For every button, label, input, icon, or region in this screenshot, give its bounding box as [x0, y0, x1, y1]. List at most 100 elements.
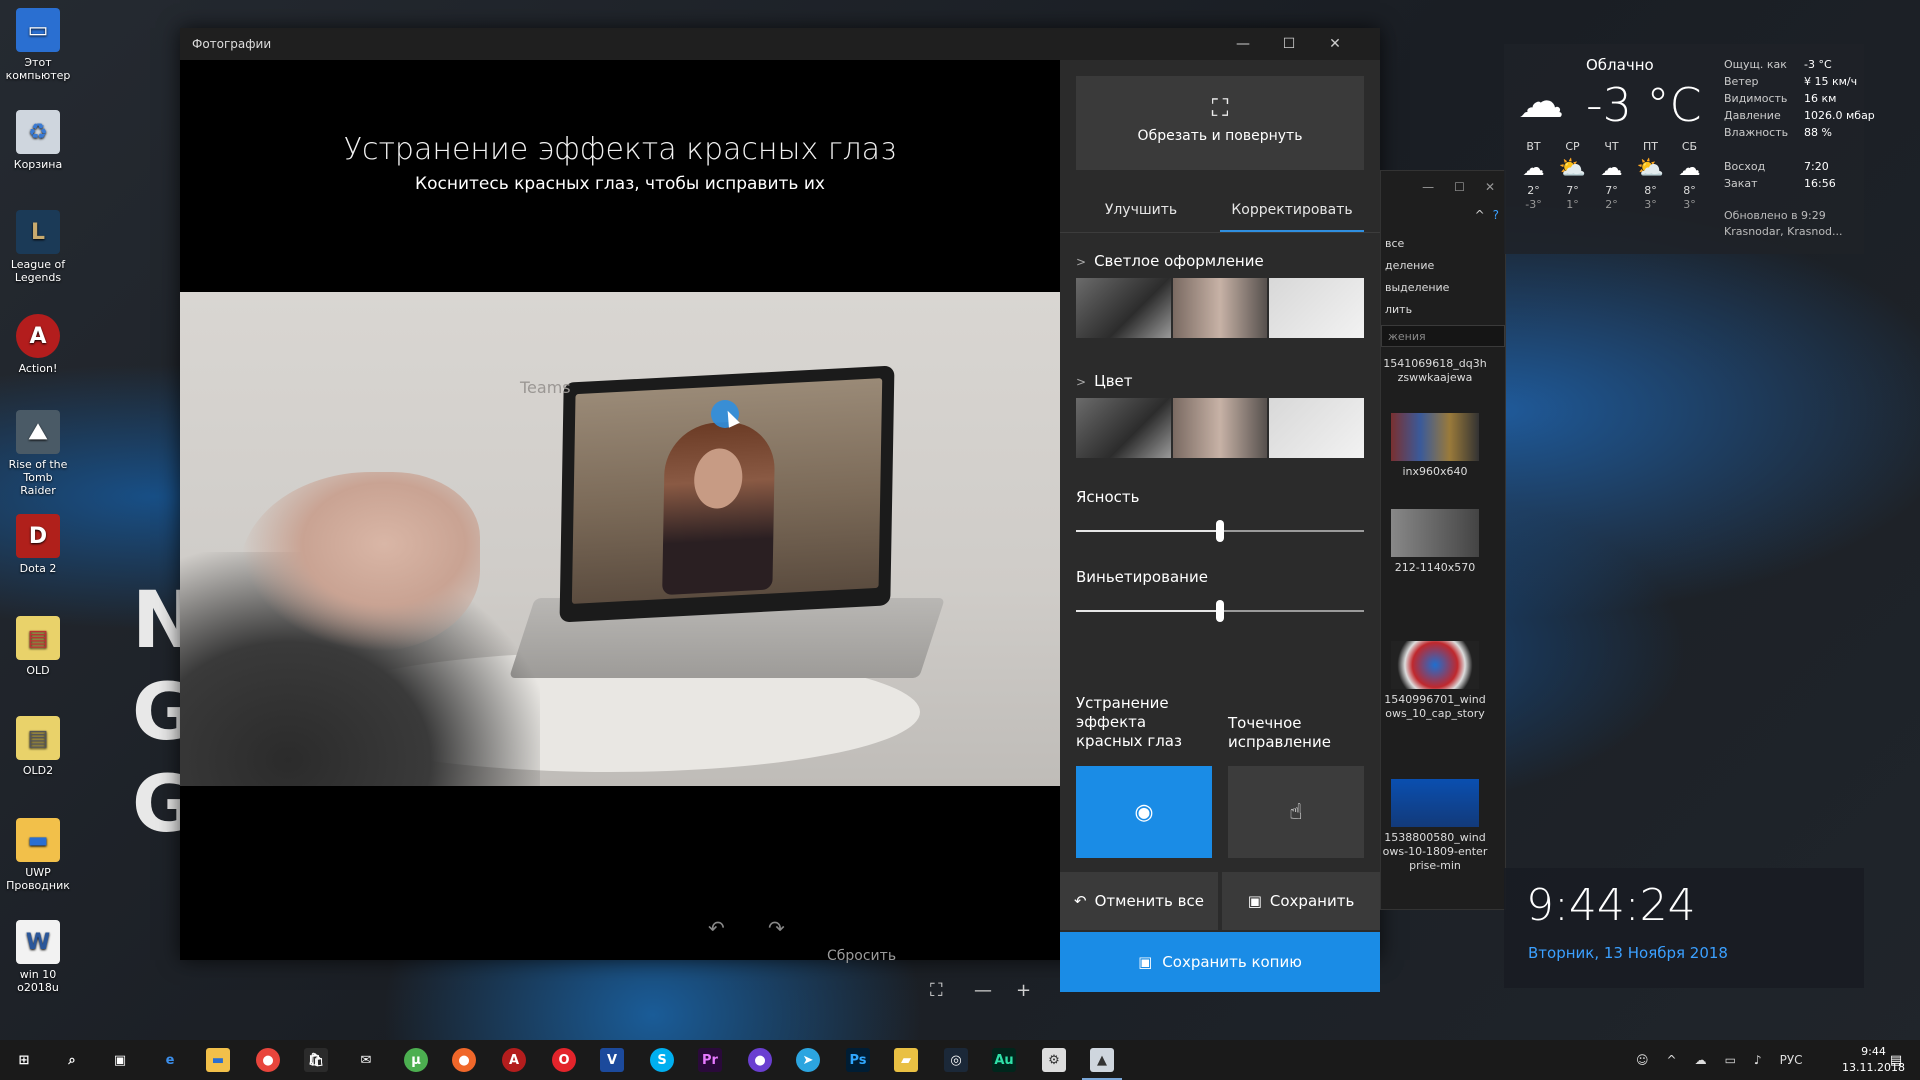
spot-fix-tool-button[interactable]: ☝ — [1228, 766, 1364, 858]
explorer-window: — ☐ ✕ ^ ? все деление выделение лить жен… — [1380, 170, 1506, 910]
edge-button[interactable]: e — [158, 1048, 182, 1072]
minimize-button[interactable]: — — [1220, 28, 1266, 60]
tool-headline: Устранение эффекта красных глаз — [343, 132, 897, 167]
action-button[interactable]: A — [502, 1048, 526, 1072]
fit-screen-button[interactable]: ⛶ — [930, 980, 943, 1001]
zoom-in-button[interactable]: + — [1016, 980, 1031, 1001]
undo-button[interactable]: ↶ — [708, 916, 725, 940]
computer-icon: ▭ — [16, 8, 60, 52]
clarity-slider[interactable] — [1076, 520, 1364, 542]
partly-cloudy-icon: ⛅ — [1636, 156, 1665, 181]
close-icon[interactable]: ✕ — [1485, 180, 1495, 194]
tab-adjust[interactable]: Корректировать — [1220, 190, 1364, 232]
photos-app-button[interactable]: ▲ — [1082, 1048, 1122, 1080]
explorer-menu-item[interactable]: выделение — [1385, 281, 1449, 294]
premiere-button[interactable]: Pr — [698, 1048, 722, 1072]
photo-canvas[interactable]: Teams — [180, 292, 1060, 786]
chevron-right-icon: > — [1076, 255, 1087, 269]
zoom-out-button[interactable]: — — [974, 980, 992, 1001]
help-icon[interactable]: ? — [1493, 208, 1499, 222]
explorer-file[interactable]: 212-1140x570 — [1381, 509, 1489, 575]
audition-button[interactable]: Au — [992, 1048, 1016, 1072]
onedrive-icon[interactable]: ☁ — [1695, 1053, 1707, 1067]
steam-icon: ◎ — [950, 1052, 962, 1068]
action-center-button[interactable]: ▤ — [1884, 1048, 1908, 1072]
skype-button[interactable]: S — [650, 1048, 674, 1072]
tab-enhance[interactable]: Улучшить — [1076, 190, 1206, 232]
maps-button[interactable]: ● — [748, 1048, 772, 1072]
game-button[interactable]: ▰ — [894, 1048, 918, 1072]
task-view-button[interactable]: ▣ — [108, 1048, 132, 1072]
vignette-slider-thumb[interactable] — [1216, 600, 1224, 622]
chevron-up-icon[interactable]: ^ — [1667, 1053, 1677, 1067]
start-button[interactable]: ⊞ — [12, 1048, 36, 1072]
desktop-icon-action[interactable]: A Action! — [4, 314, 72, 375]
people-icon[interactable]: ☺ — [1636, 1053, 1649, 1067]
store-icon: 🛍 — [307, 1052, 325, 1068]
explorer-file[interactable]: 1538800580_windows-10-1809-enterprise-mi… — [1381, 779, 1489, 873]
light-slider-strip[interactable] — [1076, 278, 1365, 338]
vignette-slider[interactable] — [1076, 600, 1364, 622]
minimize-icon[interactable]: — — [1422, 180, 1434, 194]
spot-fix-label: Точечное исправление — [1228, 714, 1331, 751]
desktop-icon-league[interactable]: L League of Legends — [4, 210, 72, 284]
search-button[interactable]: ⌕ — [60, 1048, 84, 1072]
forecast-day: ПТ ⛅ 8° 3° — [1631, 140, 1670, 212]
redo-button[interactable]: ↷ — [768, 916, 785, 940]
vivaldi-button[interactable]: V — [600, 1048, 624, 1072]
language-indicator[interactable]: РУС — [1780, 1053, 1803, 1067]
store-button[interactable]: 🛍 — [304, 1048, 328, 1072]
file-thumbnail — [1391, 509, 1479, 557]
close-button[interactable]: ✕ — [1312, 28, 1358, 60]
vignette-label: Виньетирование — [1076, 568, 1208, 586]
save-button[interactable]: ▣ Сохранить — [1222, 872, 1380, 930]
weather-widget[interactable]: ☁ Облачно -3 °C Ощущ. как -3 °C Ветер ¥ 15… — [1504, 44, 1875, 254]
utorrent-button[interactable]: µ — [404, 1048, 428, 1072]
explorer-search-input[interactable]: жения — [1381, 325, 1505, 347]
minus-icon: — — [974, 980, 992, 1001]
opera-button[interactable]: O — [552, 1048, 576, 1072]
mail-button[interactable]: ✉ — [354, 1048, 378, 1072]
image-stage: Устранение эффекта красных глаз Коснитес… — [180, 60, 1060, 1001]
desktop-icon-old[interactable]: ▤ OLD — [4, 616, 72, 677]
chrome-button[interactable]: ● — [256, 1048, 280, 1072]
desktop-icon-old2[interactable]: ▤ OLD2 — [4, 716, 72, 777]
maximize-icon[interactable]: ☐ — [1454, 180, 1465, 194]
volume-icon[interactable]: ♪ — [1754, 1053, 1762, 1067]
explorer-menu-item[interactable]: деление — [1385, 259, 1434, 272]
desktop-icon-dota[interactable]: D Dota 2 — [4, 514, 72, 575]
maximize-button[interactable]: ☐ — [1266, 28, 1312, 60]
explorer-file[interactable]: 1541069618_dq3hzswwkaajewa — [1381, 357, 1489, 385]
file-explorer-button[interactable]: ▬ — [206, 1048, 230, 1072]
desktop-icon-this-pc[interactable]: ▭ Этот компьютер — [4, 8, 72, 82]
network-icon[interactable]: ▭ — [1725, 1053, 1736, 1067]
red-eye-tool-button[interactable]: ◉ — [1076, 766, 1212, 858]
explorer-file[interactable]: 1540996701_windows_10_cap_story — [1381, 641, 1489, 721]
desktop-icon-uwp-explorer[interactable]: ▬ UWP Проводник — [4, 818, 72, 892]
clock-widget[interactable]: 9:44:24 Вторник, 13 Ноября 2018 — [1504, 868, 1864, 988]
desktop-icon-tomb-raider[interactable]: ⛰ Rise of the Tomb Raider — [4, 410, 72, 497]
save-icon: ▣ — [1247, 892, 1262, 910]
explorer-menu-item[interactable]: все — [1385, 237, 1404, 250]
color-slider-strip[interactable] — [1076, 398, 1365, 458]
title-bar[interactable]: Фотографии — ☐ ✕ — [180, 28, 1380, 60]
save-copy-button[interactable]: ▣ Сохранить копию — [1060, 932, 1380, 992]
reset-button[interactable]: Сбросить — [827, 948, 896, 964]
control-panel-button[interactable]: ⚙ — [1042, 1048, 1066, 1072]
origin-button[interactable]: ● — [452, 1048, 476, 1072]
clarity-slider-thumb[interactable] — [1216, 520, 1224, 542]
undo-all-button[interactable]: ↶ Отменить все — [1060, 872, 1218, 930]
light-section-header[interactable]: > Светлое оформление — [1076, 252, 1264, 270]
color-section-header[interactable]: > Цвет — [1076, 372, 1133, 390]
telegram-button[interactable]: ➤ — [796, 1048, 820, 1072]
weather-details: Ощущ. как -3 °C Ветер ¥ 15 км/ч Видимость 1… — [1724, 58, 1875, 139]
explorer-menu-item[interactable]: лить — [1385, 303, 1412, 316]
explorer-file[interactable]: inx960x640 — [1381, 413, 1489, 479]
steam-button[interactable]: ◎ — [944, 1048, 968, 1072]
archive-icon: ▤ — [16, 716, 60, 760]
desktop-icon-recycle-bin[interactable]: ♻ Корзина — [4, 110, 72, 171]
desktop-icon-word-doc[interactable]: W win 10 o2018u — [4, 920, 72, 994]
chevron-up-icon[interactable]: ^ — [1475, 208, 1485, 222]
photoshop-button[interactable]: Ps — [846, 1048, 870, 1072]
crop-rotate-button[interactable]: ⛶ Обрезать и повернуть — [1076, 76, 1364, 170]
